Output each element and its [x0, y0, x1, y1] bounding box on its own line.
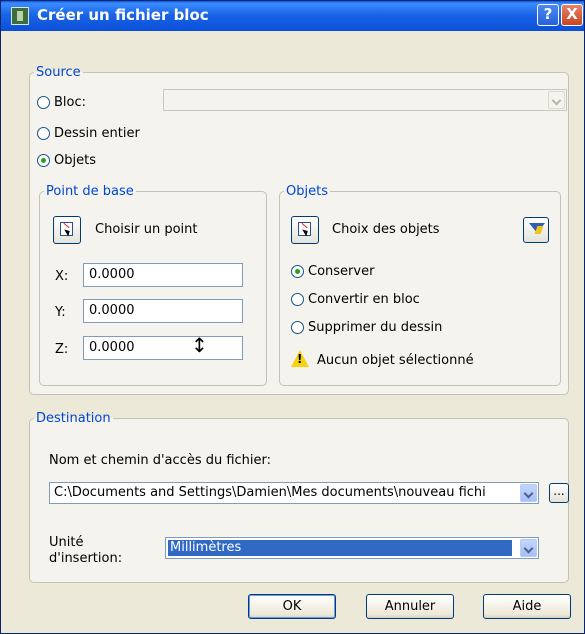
title-help-button[interactable]: ?: [537, 4, 559, 26]
radio-dessin-label: Dessin entier: [54, 126, 140, 141]
y-label: Y:: [55, 305, 66, 320]
y-input[interactable]: 0.0000: [83, 299, 243, 323]
select-objects-icon: [298, 222, 311, 236]
title-close-button[interactable]: X: [561, 4, 583, 26]
path-combo[interactable]: C:\Documents and Settings\Damien\Mes doc…: [49, 482, 539, 504]
x-input[interactable]: 0.0000: [83, 263, 243, 287]
unit-label-line2: d'insertion:: [49, 551, 123, 566]
radio-dot[interactable]: [291, 265, 304, 278]
radio-objets-label: Objets: [54, 153, 96, 168]
source-legend: Source: [36, 65, 81, 80]
create-block-file-dialog: Créer un fichier bloc ? X Source Bloc: D…: [0, 0, 585, 634]
ok-button[interactable]: OK: [248, 594, 336, 619]
unit-value[interactable]: Millimètres: [170, 540, 241, 555]
chevron-down-icon[interactable]: [548, 91, 565, 109]
radio-supprimer[interactable]: Supprimer du dessin: [291, 320, 442, 335]
bloc-combo[interactable]: [163, 89, 567, 111]
cancel-button[interactable]: Annuler: [366, 594, 454, 619]
radio-dot[interactable]: [291, 293, 304, 306]
unit-combo[interactable]: Millimètres: [165, 537, 539, 559]
path-value[interactable]: C:\Documents and Settings\Damien\Mes doc…: [54, 485, 516, 500]
radio-dot[interactable]: [37, 127, 50, 140]
z-input[interactable]: 0.0000: [83, 336, 243, 360]
z-label: Z:: [55, 342, 69, 357]
select-objects-button[interactable]: [291, 216, 319, 244]
chevron-down-icon[interactable]: [520, 484, 537, 502]
radio-conserver-label: Conserver: [308, 264, 375, 279]
radio-convertir-label: Convertir en bloc: [308, 292, 420, 307]
app-icon: [11, 7, 29, 25]
pick-point-label: Choisir un point: [95, 222, 198, 237]
unit-label-line1: Unité: [49, 535, 84, 550]
help-button[interactable]: Aide: [483, 594, 571, 619]
resize-cursor-icon: ↕: [191, 333, 208, 357]
pick-point-button[interactable]: [53, 216, 81, 244]
radio-objets[interactable]: Objets: [37, 153, 96, 168]
radio-convertir[interactable]: Convertir en bloc: [291, 292, 420, 307]
title-bar[interactable]: Créer un fichier bloc ? X: [1, 1, 584, 31]
radio-dessin-entier[interactable]: Dessin entier: [37, 126, 140, 141]
radio-dot[interactable]: [37, 154, 50, 167]
quick-select-button[interactable]: [523, 217, 549, 243]
radio-supprimer-label: Supprimer du dessin: [308, 320, 443, 335]
base-point-legend: Point de base: [46, 184, 134, 199]
pick-point-icon: [60, 222, 73, 236]
browse-button[interactable]: ...: [549, 483, 569, 503]
destination-legend: Destination: [36, 411, 111, 426]
chevron-down-icon[interactable]: [520, 539, 537, 557]
select-objects-label: Choix des objets: [332, 222, 440, 237]
objects-legend: Objets: [286, 184, 328, 199]
warning-icon: !: [291, 350, 309, 367]
radio-conserver[interactable]: Conserver: [291, 264, 374, 279]
warning-text: Aucun objet sélectionné: [317, 353, 474, 368]
x-label: X:: [55, 269, 69, 284]
path-label: Nom et chemin d'accès du fichier:: [49, 453, 272, 468]
radio-bloc[interactable]: Bloc:: [37, 95, 86, 110]
radio-bloc-label: Bloc:: [54, 95, 87, 110]
radio-dot[interactable]: [37, 96, 50, 109]
dialog-title: Créer un fichier bloc: [37, 6, 209, 24]
radio-dot[interactable]: [291, 321, 304, 334]
